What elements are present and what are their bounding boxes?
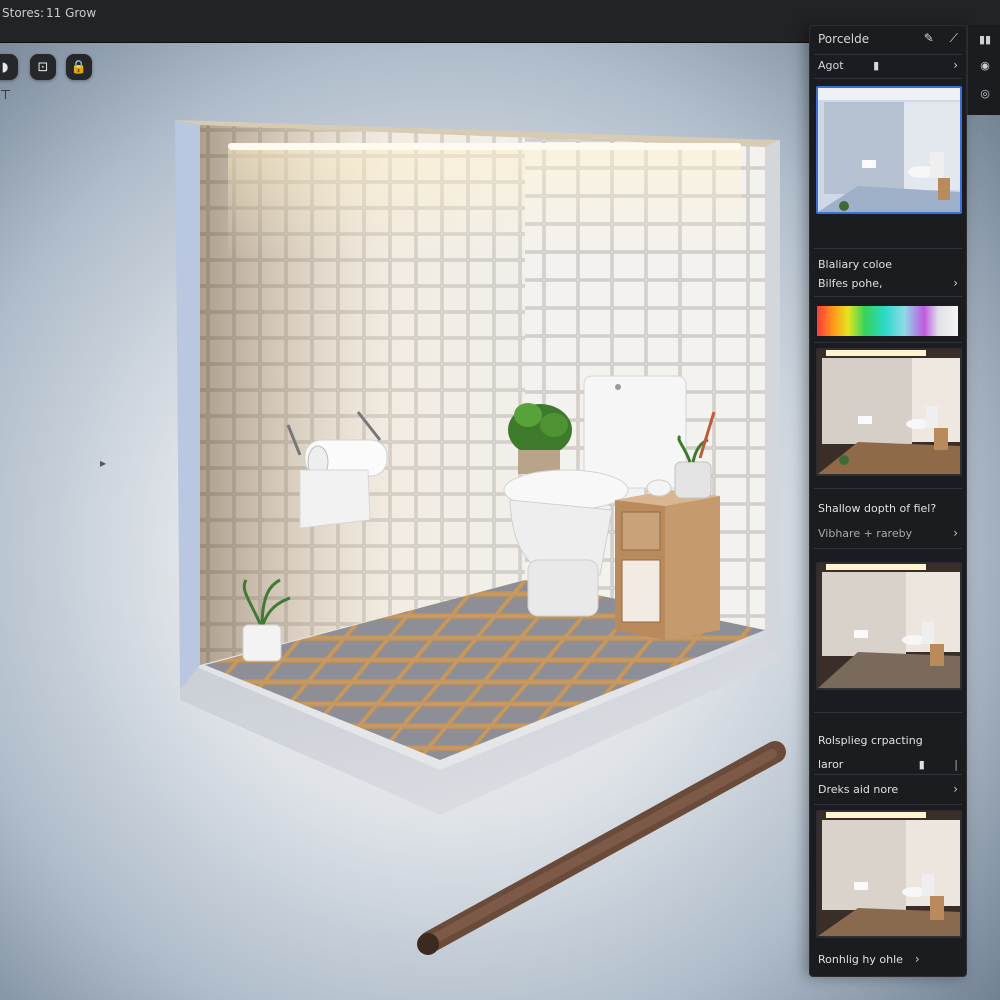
section-depth-of-field: Shallow dopth of fiel? bbox=[818, 502, 958, 515]
slider-handle-icon[interactable]: ▮ bbox=[919, 758, 925, 771]
ceiling-light-strip bbox=[228, 143, 741, 150]
agot-swatch-icon: ▮ bbox=[873, 58, 880, 72]
chevron-right-icon[interactable]: › bbox=[953, 782, 958, 796]
vibrance-label: Vibhare + rareby bbox=[818, 526, 913, 540]
edit-icon[interactable]: ✎ bbox=[924, 31, 934, 45]
laror-label: laror bbox=[818, 758, 844, 771]
preview-thumbnail-4[interactable] bbox=[816, 810, 962, 938]
color-palette-strip[interactable] bbox=[817, 306, 958, 336]
chevron-right-icon[interactable]: › bbox=[915, 952, 920, 966]
columns-icon[interactable]: ▮▮ bbox=[977, 31, 993, 47]
preview-thumbnail-1[interactable] bbox=[816, 86, 962, 214]
target-icon[interactable]: ◉ bbox=[977, 57, 993, 73]
chevron-right-icon[interactable]: › bbox=[953, 526, 958, 540]
vibrance-row[interactable]: Vibhare + rareby › bbox=[818, 526, 958, 540]
settings-ring-icon[interactable]: ◎ bbox=[977, 85, 993, 101]
chevron-right-icon[interactable]: › bbox=[953, 58, 958, 72]
filters-row[interactable]: Bilfes pohe, › bbox=[818, 276, 958, 290]
section-rendering: Rolsplieg crpacting bbox=[818, 734, 958, 747]
preview-thumbnail-3[interactable] bbox=[816, 562, 962, 690]
agot-label: Agot bbox=[818, 58, 844, 72]
section-rough-row[interactable]: Ronhlig hy ohle › bbox=[818, 952, 958, 966]
draw-icon[interactable]: ⟋ bbox=[950, 31, 958, 45]
ambient-colour-title: Blaliary coloe bbox=[818, 258, 893, 271]
dreks-row[interactable]: Dreks aid nore › bbox=[818, 782, 958, 796]
properties-panel: Porcelde ✎ ⟋ Agot ▮ › Blaliary coloe Bil… bbox=[809, 25, 967, 977]
panel-title: Porcelde bbox=[818, 31, 870, 46]
panel-header: Porcelde ✎ ⟋ bbox=[818, 31, 958, 46]
divider-icon: | bbox=[954, 758, 958, 771]
rendering-title: Rolsplieg crpacting bbox=[818, 734, 923, 747]
dreks-label: Dreks aid nore bbox=[818, 782, 899, 796]
laror-row[interactable]: laror ▮ | bbox=[818, 758, 958, 771]
filters-label: Bilfes pohe, bbox=[818, 276, 883, 290]
left-wall-edge bbox=[175, 120, 200, 690]
section-ambient-colour: Blaliary coloe bbox=[818, 258, 958, 271]
far-right-strip: ▮▮ ◉ ◎ bbox=[967, 25, 1000, 115]
rough-label: Ronhlig hy ohle bbox=[818, 952, 903, 966]
right-wall-edge bbox=[765, 140, 780, 660]
agot-row[interactable]: Agot ▮ › bbox=[818, 58, 958, 72]
chevron-right-icon[interactable]: › bbox=[953, 276, 958, 290]
depth-of-field-title: Shallow dopth of fiel? bbox=[818, 502, 937, 515]
preview-thumbnail-2[interactable] bbox=[816, 348, 962, 476]
